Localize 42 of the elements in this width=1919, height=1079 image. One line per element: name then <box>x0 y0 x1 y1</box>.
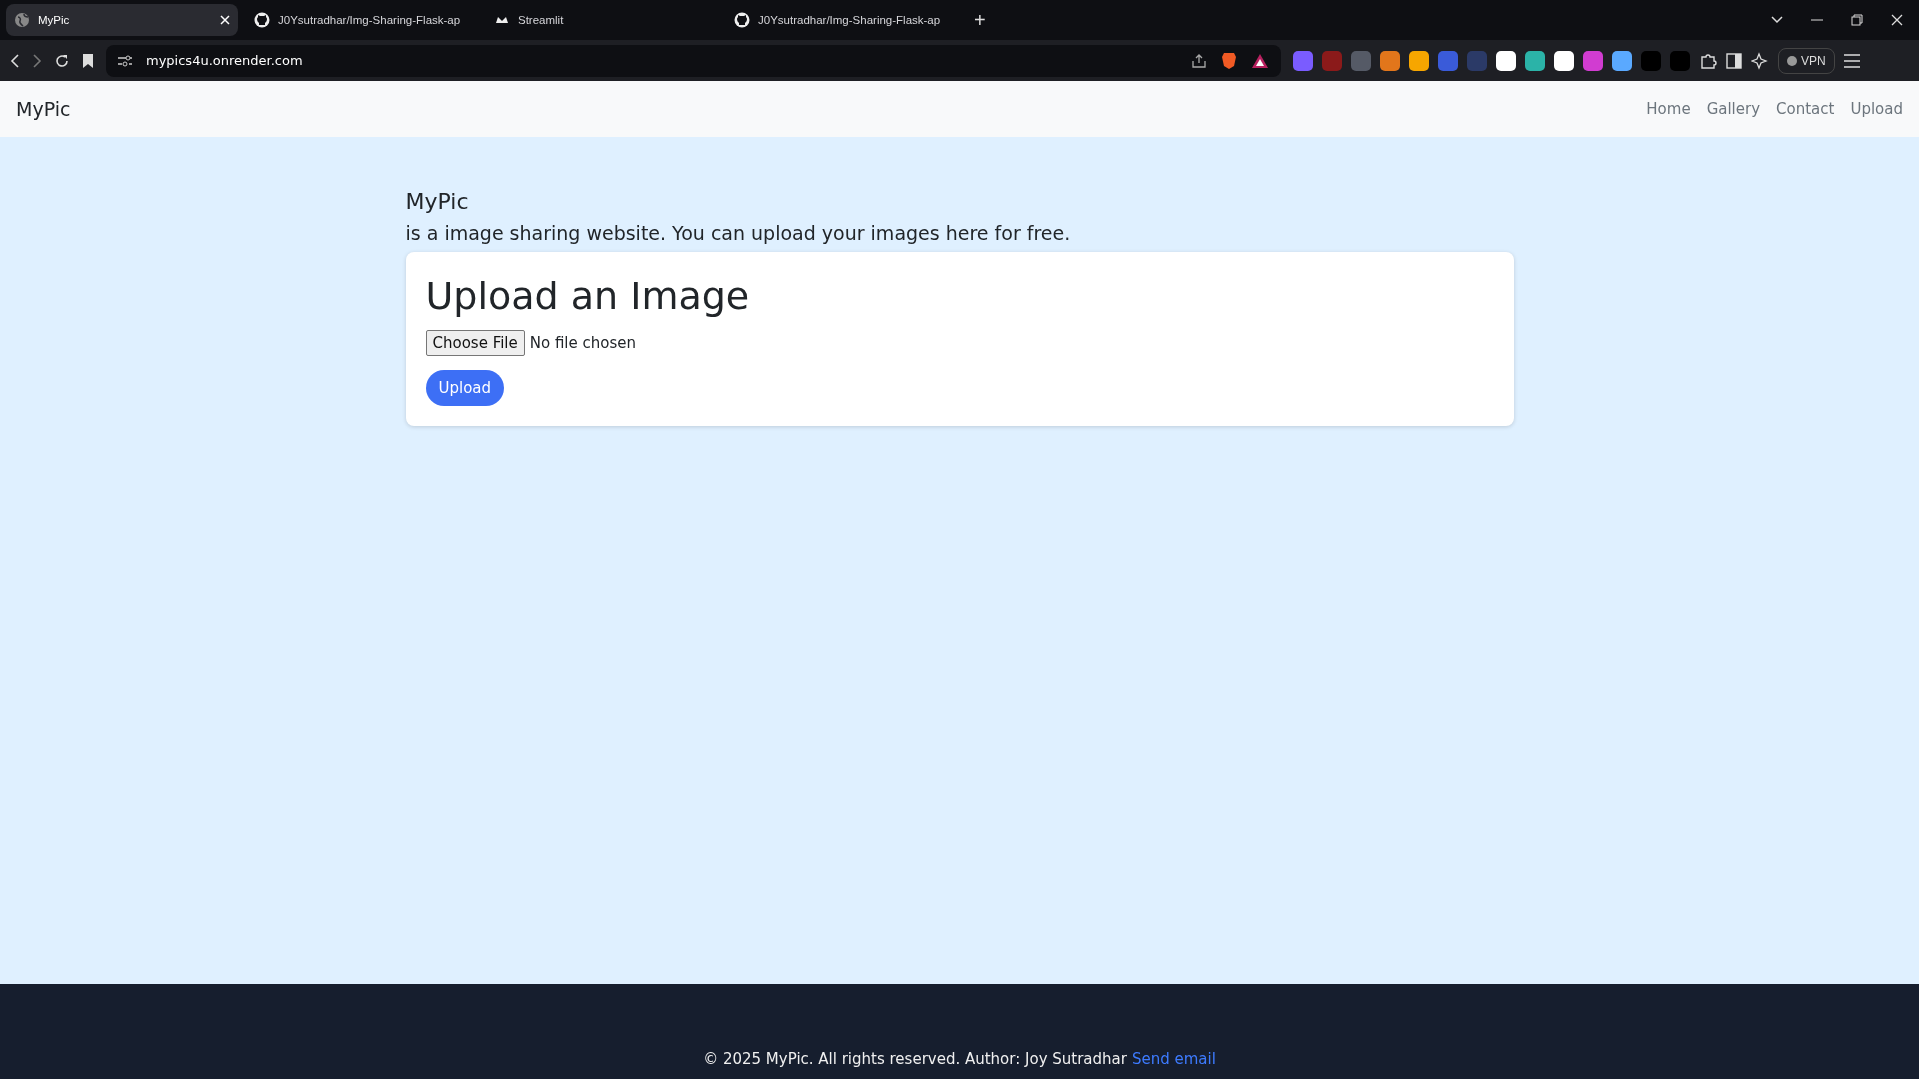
extension-icon[interactable] <box>1409 50 1429 71</box>
choose-file-button[interactable]: Choose File <box>425 330 525 356</box>
triangle-icon[interactable] <box>1251 52 1269 69</box>
browser-tab[interactable]: J0Ysutradhar/Img-Sharing-Flask-ap <box>246 4 478 36</box>
site-title: MyPic <box>405 189 470 214</box>
vpn-button[interactable]: VPN <box>1778 47 1835 74</box>
restore-icon[interactable] <box>1851 14 1863 26</box>
puzzle-icon[interactable] <box>1699 51 1717 70</box>
extension-icon[interactable] <box>1496 50 1516 71</box>
upload-button[interactable]: Upload <box>425 370 505 406</box>
back-icon[interactable] <box>10 53 20 68</box>
globe-icon <box>14 12 30 28</box>
new-tab-button[interactable]: + <box>966 8 994 32</box>
footer-text: © 2025 MyPic. All rights reserved. Author: Joy Sutradhar <box>703 1050 1127 1068</box>
reload-icon[interactable] <box>54 52 70 69</box>
browser-tab[interactable]: MyPic <box>6 4 238 36</box>
email-link[interactable]: Send email <box>1131 1050 1216 1068</box>
browser-tab[interactable]: Streamlit <box>486 4 718 36</box>
close-icon[interactable] <box>1891 14 1903 26</box>
chevron-down-icon[interactable] <box>1771 16 1783 24</box>
sidebar-icon[interactable] <box>1726 52 1742 69</box>
card-heading: Upload an Image <box>425 274 751 318</box>
extension-icon[interactable] <box>1525 50 1545 71</box>
browser-tab[interactable]: J0Ysutradhar/Img-Sharing-Flask-ap <box>726 4 958 36</box>
file-status: No file chosen <box>529 334 636 352</box>
extension-icon[interactable] <box>1554 50 1574 71</box>
share-icon[interactable] <box>1191 52 1207 69</box>
nav-link[interactable]: Home <box>1646 100 1691 118</box>
site-settings-icon[interactable] <box>118 54 132 67</box>
menu-icon[interactable] <box>1843 53 1860 68</box>
github-icon <box>734 12 750 28</box>
site-description: is a image sharing website. You can upload your images here for free. <box>405 222 1072 244</box>
bookmark-icon[interactable] <box>82 52 94 69</box>
forward-icon[interactable] <box>32 53 42 68</box>
nav-link[interactable]: Contact <box>1776 100 1835 118</box>
nav-link[interactable]: Upload <box>1850 100 1903 118</box>
brand-link[interactable]: MyPic <box>16 98 71 120</box>
nav-link[interactable]: Gallery <box>1706 100 1761 118</box>
extension-icon[interactable] <box>1612 50 1632 71</box>
github-icon <box>254 12 270 28</box>
address-bar[interactable]: mypics4u.onrender.com <box>106 44 1281 77</box>
sparkle-icon[interactable] <box>1751 51 1769 70</box>
